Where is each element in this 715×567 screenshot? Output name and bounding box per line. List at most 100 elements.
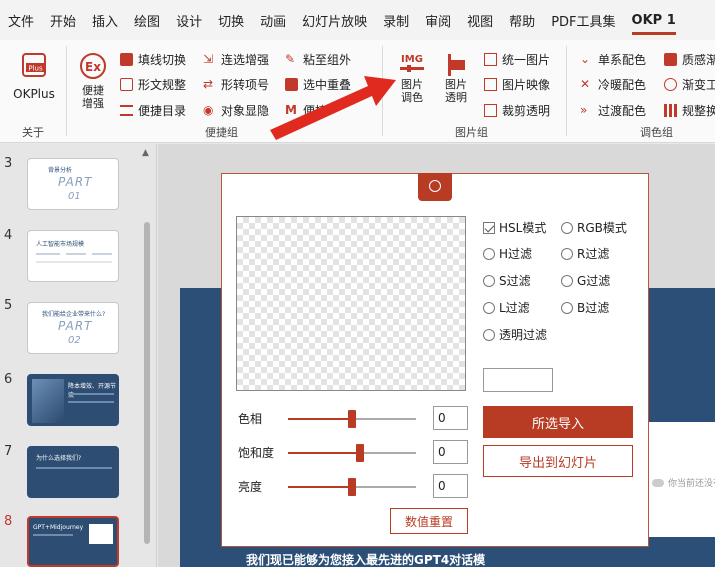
slide-number: 3 bbox=[4, 156, 13, 171]
okplus-label: OKPlus bbox=[13, 87, 55, 101]
okplus-button[interactable]: Plus OKPlus bbox=[10, 50, 58, 101]
s-filter-radio[interactable]: S过滤 bbox=[483, 272, 531, 289]
slide-caption: 我们现已能够为您接入最先进的GPT4对话模 bbox=[246, 553, 486, 567]
image-transparent-button[interactable]: 图片 透明 bbox=[438, 52, 474, 104]
cross-icon: ✕ bbox=[580, 76, 591, 91]
menu-file[interactable]: 文件 bbox=[8, 11, 34, 30]
slide-number: 7 bbox=[4, 444, 13, 459]
hue-value-input[interactable]: 0 bbox=[433, 406, 468, 430]
rgb-mode-radio[interactable]: RGB模式 bbox=[561, 219, 627, 236]
slide-number: 4 bbox=[4, 228, 13, 243]
slide-thumbnail-5[interactable]: 我们能给企业带来什么? PART 02 bbox=[27, 302, 119, 354]
menu-help[interactable]: 帮助 bbox=[509, 11, 535, 30]
dialog-handle[interactable] bbox=[418, 173, 452, 201]
convenience-enhance-button[interactable]: Ex 便捷 增强 bbox=[74, 52, 112, 110]
cloud-icon bbox=[652, 478, 664, 487]
import-selected-button[interactable]: 所选导入 bbox=[483, 406, 633, 438]
menu-okp[interactable]: OKP 1 bbox=[631, 13, 676, 35]
convenience-label-2: 增强 bbox=[82, 97, 104, 110]
svg-text:Plus: Plus bbox=[28, 65, 43, 73]
brightness-slider[interactable] bbox=[288, 478, 416, 496]
annotation-arrow-icon bbox=[270, 76, 396, 140]
menu-draw[interactable]: 绘图 bbox=[134, 11, 160, 30]
slide-thumbnail-3[interactable]: 背景分析 PART 01 bbox=[27, 158, 119, 210]
menu-design[interactable]: 设计 bbox=[176, 11, 202, 30]
hue-label: 色相 bbox=[238, 412, 263, 426]
image-icon bbox=[484, 103, 497, 117]
reset-values-button[interactable]: 数值重置 bbox=[390, 508, 468, 534]
saturation-slider-handle[interactable] bbox=[355, 444, 364, 462]
slide-thumbnail-6[interactable]: 降本增效、开源节流 bbox=[27, 374, 119, 426]
unify-image-button[interactable]: 统一图片 bbox=[484, 50, 550, 68]
convenience-label-1: 便捷 bbox=[82, 84, 104, 97]
chevrons-down-icon: ⌄ bbox=[580, 51, 591, 66]
hue-slider-handle[interactable] bbox=[348, 410, 356, 428]
regular-replace-button[interactable]: 规整换 bbox=[664, 101, 715, 119]
hue-slider[interactable] bbox=[288, 410, 416, 428]
multi-select-enhance-button[interactable]: ⇲ 连选增强 bbox=[203, 50, 269, 68]
group-about-label: 关于 bbox=[22, 126, 44, 139]
slide-thumbnail-4[interactable]: 人工智能市场规模 bbox=[27, 230, 119, 282]
menu-transitions[interactable]: 切换 bbox=[218, 11, 244, 30]
slide-thumbnail-7[interactable]: 为什么选择我们? bbox=[27, 446, 119, 498]
shape-text-align-button[interactable]: 形文规整 bbox=[120, 75, 186, 93]
scroll-up-icon[interactable]: ▲ bbox=[142, 148, 149, 158]
g-filter-radio[interactable]: G过滤 bbox=[561, 272, 610, 289]
quick-toc-button[interactable]: 便捷目录 bbox=[120, 101, 186, 119]
select-icon: ⇲ bbox=[203, 51, 214, 66]
slide-number: 6 bbox=[4, 372, 13, 387]
menu-home[interactable]: 开始 bbox=[50, 11, 76, 30]
grid-icon bbox=[664, 103, 677, 117]
shape-to-bullet-button[interactable]: ⇄ 形转项号 bbox=[203, 75, 269, 93]
image-color-dialog: HSL模式 RGB模式 H过滤 R过滤 S过滤 G过滤 L过滤 B过滤 透明过滤… bbox=[221, 173, 649, 547]
menu-bar: 文件 开始 插入 绘图 设计 切换 动画 幻灯片放映 录制 审阅 视图 帮助 P… bbox=[0, 0, 715, 40]
image-preview bbox=[236, 216, 466, 391]
chevrons-right-icon: » bbox=[580, 102, 588, 117]
menu-insert[interactable]: 插入 bbox=[92, 11, 118, 30]
menu-pdf-tools[interactable]: PDF工具集 bbox=[551, 11, 615, 30]
menu-view[interactable]: 视图 bbox=[467, 11, 493, 30]
hsl-mode-radio[interactable]: HSL模式 bbox=[483, 219, 546, 236]
menu-record[interactable]: 录制 bbox=[383, 11, 409, 30]
ex-icon: Ex bbox=[80, 53, 106, 79]
object-visibility-button[interactable]: ◉ 对象显隐 bbox=[203, 101, 269, 119]
single-color-scheme-button[interactable]: ⌄ 单系配色 bbox=[580, 50, 646, 68]
warm-cool-scheme-button[interactable]: ✕ 冷暖配色 bbox=[580, 75, 646, 93]
check-icon bbox=[483, 221, 495, 234]
texture-icon bbox=[664, 52, 677, 66]
side-hint: 你当前还没有 bbox=[652, 476, 715, 489]
texture-gradient-button[interactable]: 质感渐 bbox=[664, 50, 715, 68]
slide-thumbnail-8[interactable]: GPT+Midjourney bbox=[27, 516, 119, 567]
brightness-label: 亮度 bbox=[238, 480, 263, 494]
image-icon bbox=[484, 77, 497, 91]
group-image-label: 图片组 bbox=[455, 126, 488, 139]
b-filter-radio[interactable]: B过滤 bbox=[561, 299, 609, 316]
saturation-slider[interactable] bbox=[288, 444, 416, 462]
h-filter-radio[interactable]: H过滤 bbox=[483, 245, 532, 262]
slide-number: 5 bbox=[4, 298, 13, 313]
saturation-value-input[interactable]: 0 bbox=[433, 440, 468, 464]
transition-scheme-button[interactable]: » 过渡配色 bbox=[580, 101, 646, 119]
menu-review[interactable]: 审阅 bbox=[425, 11, 451, 30]
menu-slideshow[interactable]: 幻灯片放映 bbox=[302, 11, 367, 30]
color-value-input[interactable] bbox=[483, 368, 553, 392]
l-filter-radio[interactable]: L过滤 bbox=[483, 299, 530, 316]
r-filter-radio[interactable]: R过滤 bbox=[561, 245, 609, 262]
ribbon-separator bbox=[66, 46, 67, 136]
crop-transparent-button[interactable]: 裁剪透明 bbox=[484, 101, 550, 119]
convert-icon: ⇄ bbox=[203, 76, 214, 91]
image-icon bbox=[484, 52, 497, 66]
gradient-tool-button[interactable]: 渐变工 bbox=[664, 75, 715, 93]
slide-panel-scrollbar[interactable] bbox=[144, 222, 150, 544]
circle-icon bbox=[429, 180, 441, 192]
textbox-icon bbox=[120, 77, 133, 91]
brightness-slider-handle[interactable] bbox=[348, 478, 356, 496]
image-reflection-button[interactable]: 图片映像 bbox=[484, 75, 550, 93]
brightness-value-input[interactable]: 0 bbox=[433, 474, 468, 498]
export-to-slide-button[interactable]: 导出到幻灯片 bbox=[483, 445, 633, 477]
transparent-filter-radio[interactable]: 透明过滤 bbox=[483, 326, 547, 343]
menu-animations[interactable]: 动画 bbox=[260, 11, 286, 30]
fill-line-switch-button[interactable]: 填线切换 bbox=[120, 50, 186, 68]
okplus-logo-icon: Plus bbox=[22, 53, 46, 77]
brightness-slider-fill bbox=[288, 486, 352, 488]
